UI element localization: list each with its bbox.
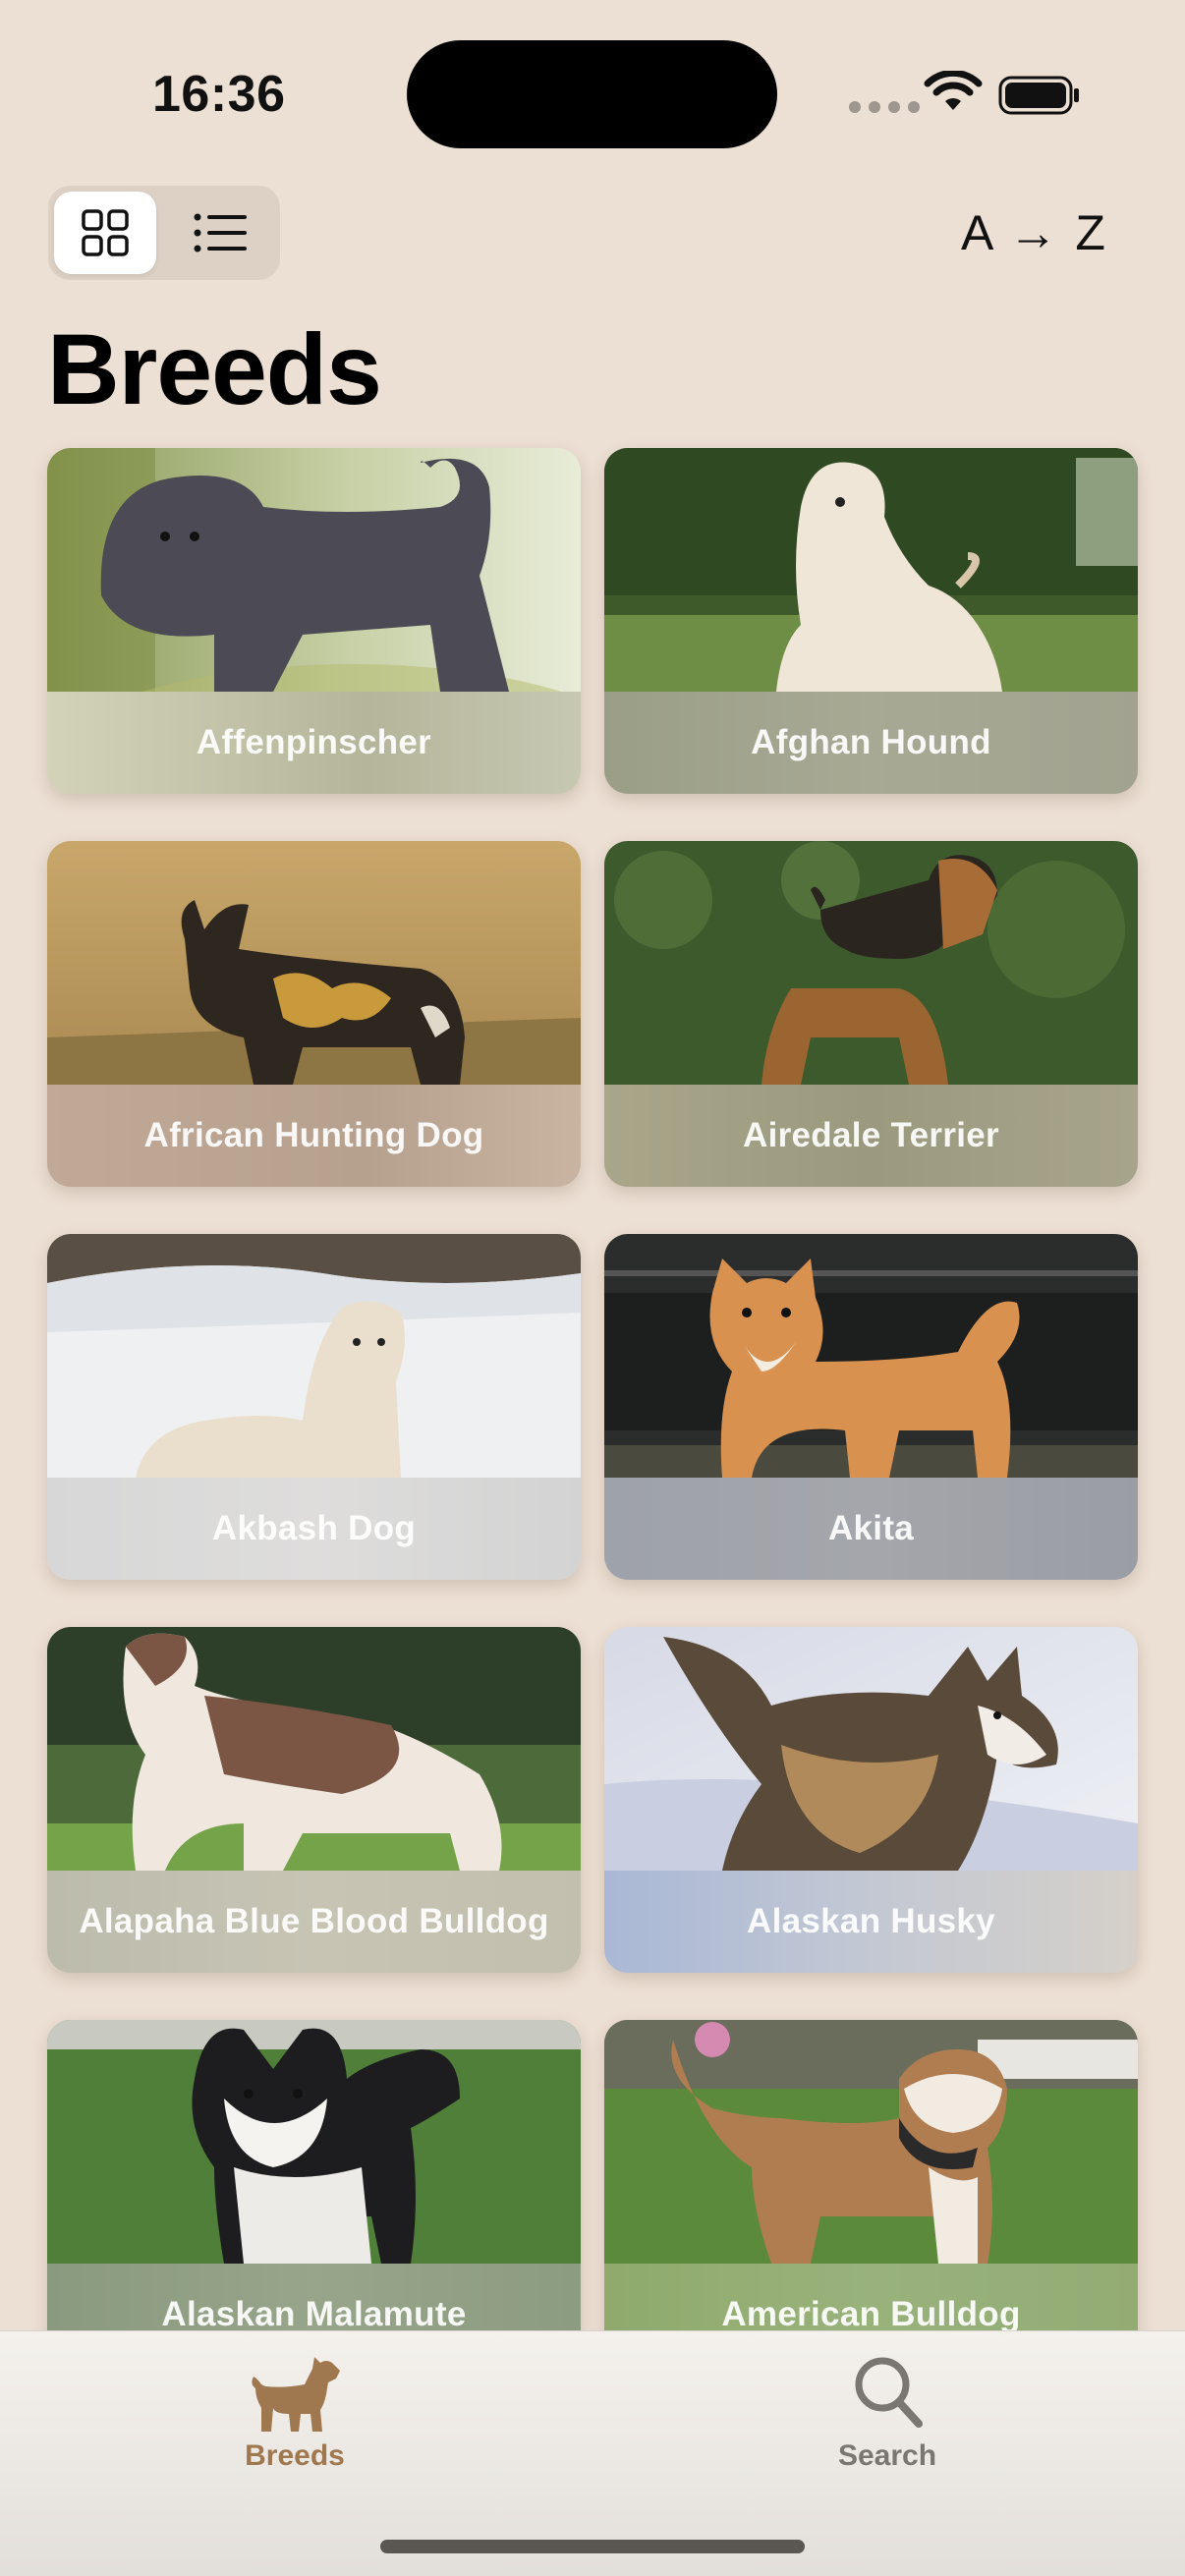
wifi-icon [924,71,983,110]
breed-name: Alaskan Husky [747,1902,995,1940]
breed-card[interactable]: Afghan Hound [604,448,1138,794]
breed-name: Airedale Terrier [743,1116,999,1154]
grid-icon [82,209,129,256]
home-indicator [380,2540,805,2553]
breed-card[interactable]: Alaskan Malamute [47,2020,581,2366]
breed-photo [47,1234,581,1478]
breed-card[interactable]: Akita [604,1234,1138,1580]
tab-search-label: Search [837,2439,937,2472]
breed-card[interactable]: African Hunting Dog [47,841,581,1187]
breed-photo [47,841,581,1085]
dynamic-island [407,40,777,148]
battery-icon [998,76,1079,115]
breed-photo [47,1627,581,1871]
status-bar: 16:36 [0,0,1185,187]
breed-name: Akbash Dog [211,1509,417,1547]
breed-card[interactable]: Alapaha Blue Blood Bulldog [47,1627,581,1973]
breed-photo [47,448,581,692]
breed-name: Affenpinscher [196,723,432,761]
magnifier-icon [855,2357,923,2428]
breed-name: Akita [827,1509,915,1547]
breed-photo [604,841,1138,1085]
breed-card[interactable]: Akbash Dog [47,1234,581,1580]
list-icon [194,213,247,252]
sort-order-button[interactable]: A → Z [961,198,1107,267]
breed-name: Alaskan Malamute [161,2295,467,2333]
grid-view-button[interactable] [54,192,156,274]
breed-card[interactable]: American Bulldog [604,2020,1138,2366]
breed-card[interactable]: Alaskan Husky [604,1627,1138,1973]
page-title: Breeds [47,313,382,425]
breed-photo [604,2020,1138,2264]
breed-name: Alapaha Blue Blood Bulldog [79,1902,549,1940]
tab-search[interactable]: Search [769,2349,1005,2487]
breed-photo [47,2020,581,2264]
list-view-button[interactable] [166,192,274,274]
breed-name: Afghan Hound [751,723,991,761]
breed-photo [604,1627,1138,1871]
status-time: 16:36 [152,66,286,123]
tab-breeds-label: Breeds [245,2439,345,2472]
breed-card[interactable]: Airedale Terrier [604,841,1138,1187]
dog-icon [252,2357,340,2432]
breed-card[interactable]: Affenpinscher [47,448,581,794]
cellular-signal-icon [849,101,920,113]
view-mode-toggle [48,186,280,280]
breed-name: African Hunting Dog [143,1116,484,1154]
tab-breeds[interactable]: Breeds [177,2349,413,2487]
breed-photo [604,448,1138,692]
breed-photo [604,1234,1138,1478]
breed-name: American Bulldog [721,2295,1021,2333]
